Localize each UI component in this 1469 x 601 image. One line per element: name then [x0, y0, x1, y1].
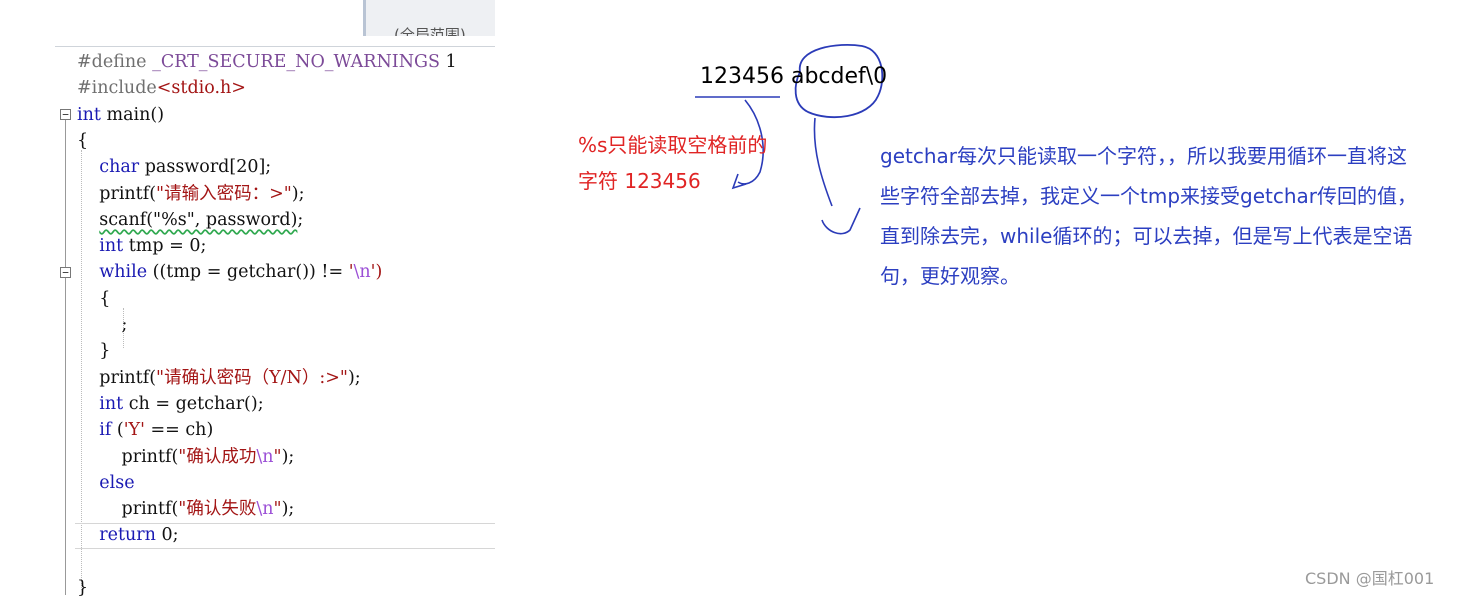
code-token: );	[347, 367, 361, 388]
code-token: "	[273, 446, 282, 467]
code-line[interactable]: printf("确认成功\n");	[77, 444, 295, 470]
code-token: return	[99, 525, 156, 546]
code-token: ;	[77, 315, 128, 335]
collapse-while-icon[interactable]: −	[60, 267, 71, 278]
code-token: if	[99, 420, 112, 441]
code-token: (	[111, 420, 124, 441]
csdn-watermark: CSDN @国杠001	[1305, 569, 1435, 588]
code-token: _CRT_SECURE_NO_WARNINGS	[152, 52, 440, 72]
code-token: );	[281, 446, 295, 467]
code-line[interactable]: }	[77, 575, 88, 601]
code-token: "请输入密码：>"	[156, 183, 292, 204]
code-token: \n	[353, 262, 371, 283]
code-token: printf(	[77, 446, 179, 467]
red-note-arrowhead	[731, 173, 747, 190]
code-line[interactable]: {	[77, 286, 110, 312]
code-editor[interactable]: (全局范围) − − #define _CRT_SECURE_NO_WARNIN…	[55, 0, 495, 598]
code-line[interactable]: return 0;	[77, 522, 179, 548]
code-token: ;	[297, 209, 304, 230]
code-line[interactable]: else	[77, 470, 135, 496]
code-token: ((tmp = getchar()) !=	[147, 262, 349, 283]
code-token: "	[273, 499, 282, 520]
blue-note-line2: 些字符全部去掉，我定义一个tmp来接受getchar传回的值，	[880, 184, 1418, 208]
code-token: scanf("%s", password)	[99, 209, 298, 230]
code-token: }	[77, 341, 111, 362]
code-token: 1	[439, 52, 457, 72]
red-note-line1: %s只能读取空格前的	[578, 133, 768, 157]
code-token: printf(	[77, 367, 157, 388]
code-line[interactable]: while ((tmp = getchar()) != '\n')	[77, 259, 382, 285]
code-token: tmp = 0;	[123, 236, 207, 257]
code-token: while	[99, 262, 148, 283]
code-token: }	[77, 578, 89, 598]
blue-note-line1: getchar每次只能读取一个字符，，所以我要用循环一直将这	[880, 144, 1407, 168]
code-token: printf(	[77, 183, 157, 204]
code-token: int	[77, 104, 101, 125]
code-token: ')	[370, 262, 383, 283]
code-token: \n	[256, 446, 274, 467]
code-token: \n	[256, 499, 274, 520]
code-line[interactable]: printf("确认失败\n");	[77, 496, 295, 522]
code-line[interactable]: int ch = getchar();	[77, 391, 264, 417]
code-token: main()	[100, 104, 165, 125]
input-example-text: 123456 abcdef\0	[700, 64, 888, 89]
code-token: == ch)	[144, 420, 214, 441]
code-token: {	[77, 130, 89, 151]
code-line[interactable]: if ('Y' == ch)	[77, 417, 213, 443]
code-line[interactable]: scanf("%s", password);	[77, 207, 303, 233]
code-line[interactable]: #include<stdio.h>	[77, 75, 246, 101]
code-token: 'Y'	[123, 420, 145, 441]
code-token: int	[99, 393, 124, 414]
code-token: "请确认密码（Y/N）:>"	[156, 367, 348, 388]
code-token: );	[291, 183, 305, 204]
fold-gutter-line-while	[65, 278, 66, 368]
code-token: "确认成功	[178, 446, 257, 467]
code-token: {	[77, 288, 111, 309]
code-token: char	[99, 157, 140, 178]
code-line[interactable]: char password[20];	[77, 154, 271, 180]
code-line[interactable]: int main()	[77, 102, 164, 128]
code-token: <stdio.h>	[156, 78, 246, 99]
code-token: password[20];	[139, 157, 272, 178]
code-token: printf(	[77, 499, 179, 520]
code-line[interactable]: #define _CRT_SECURE_NO_WARNINGS 1	[77, 49, 457, 75]
red-note-line2: 字符 123456	[578, 169, 701, 193]
editor-top-border	[55, 36, 495, 47]
code-token: else	[99, 472, 135, 493]
code-token: #include	[77, 78, 157, 99]
code-token: );	[281, 499, 295, 520]
blue-arrowhead	[821, 207, 861, 235]
blue-note-line4: 句，更好观察。	[880, 264, 1020, 288]
code-line[interactable]: }	[77, 338, 110, 364]
code-token: "确认失败	[178, 499, 257, 520]
code-line[interactable]: {	[77, 128, 88, 154]
arrow-to-blue-note	[813, 117, 833, 207]
collapse-main-icon[interactable]: −	[60, 109, 71, 120]
code-line[interactable]: printf("请确认密码（Y/N）:>");	[77, 365, 361, 391]
code-line[interactable]: int tmp = 0;	[77, 233, 206, 259]
code-token: #define	[77, 52, 153, 72]
code-token: ch = getchar();	[123, 393, 264, 414]
code-line[interactable]: printf("请输入密码：>");	[77, 181, 305, 207]
code-line[interactable]: ;	[77, 312, 128, 338]
code-token: int	[99, 236, 124, 257]
code-token: 0;	[155, 525, 179, 546]
blue-note-line3: 直到除去完，while循环的；可以去掉，但是写上代表是空语	[880, 224, 1413, 248]
